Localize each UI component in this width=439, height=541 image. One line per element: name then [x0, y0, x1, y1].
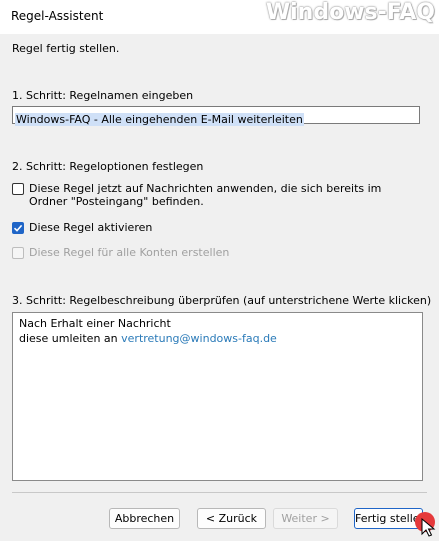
page-heading: Regel fertig stellen. — [12, 42, 120, 55]
cancel-button[interactable]: Abbrechen — [109, 508, 180, 529]
wizard-content: Regel fertig stellen. 1. Schritt: Regeln… — [0, 34, 439, 541]
next-button: Weiter > — [273, 508, 338, 529]
all-accounts-checkbox — [12, 247, 24, 259]
mouse-pointer-icon — [421, 518, 436, 537]
checkmark-icon — [13, 224, 23, 232]
apply-now-checkbox[interactable] — [12, 183, 24, 195]
all-accounts-label: Diese Regel für alle Konten erstellen — [29, 246, 230, 259]
rule-name-input[interactable]: Windows-FAQ - Alle eingehenden E-Mail we… — [12, 106, 420, 126]
apply-now-label: Diese Regel jetzt auf Nachrichten anwend… — [29, 182, 382, 208]
footer-divider — [12, 492, 427, 493]
step2-label: 2. Schritt: Regeloptionen festlegen — [12, 160, 204, 173]
window-title: Regel-Assistent — [11, 9, 104, 23]
rule-description-box: Nach Erhalt einer Nachricht diese umleit… — [12, 312, 423, 481]
rule-name-value: Windows-FAQ - Alle eingehenden E-Mail we… — [15, 113, 304, 126]
finish-button[interactable]: Fertig stellen — [354, 508, 423, 529]
option-apply-now[interactable]: Diese Regel jetzt auf Nachrichten anwend… — [12, 182, 419, 208]
activate-checkbox[interactable] — [12, 222, 24, 234]
description-line2-prefix: diese umleiten an — [19, 332, 118, 345]
description-line2: diese umleiten an vertretung@windows-faq… — [19, 331, 416, 346]
back-button[interactable]: < Zurück — [197, 508, 266, 529]
option-all-accounts: Diese Regel für alle Konten erstellen — [12, 246, 229, 259]
activate-label: Diese Regel aktivieren — [29, 221, 153, 234]
step3-label: 3. Schritt: Regelbeschreibung überprüfen… — [12, 294, 432, 307]
redirect-address-link[interactable]: vertretung@windows-faq.de — [121, 332, 277, 345]
title-bar: Regel-Assistent Windows-FAQ — [0, 0, 439, 34]
watermark-logo: Windows-FAQ — [265, 0, 435, 25]
option-activate[interactable]: Diese Regel aktivieren — [12, 221, 152, 234]
step1-label: 1. Schritt: Regelnamen eingeben — [12, 89, 194, 102]
description-line1: Nach Erhalt einer Nachricht — [19, 317, 171, 330]
